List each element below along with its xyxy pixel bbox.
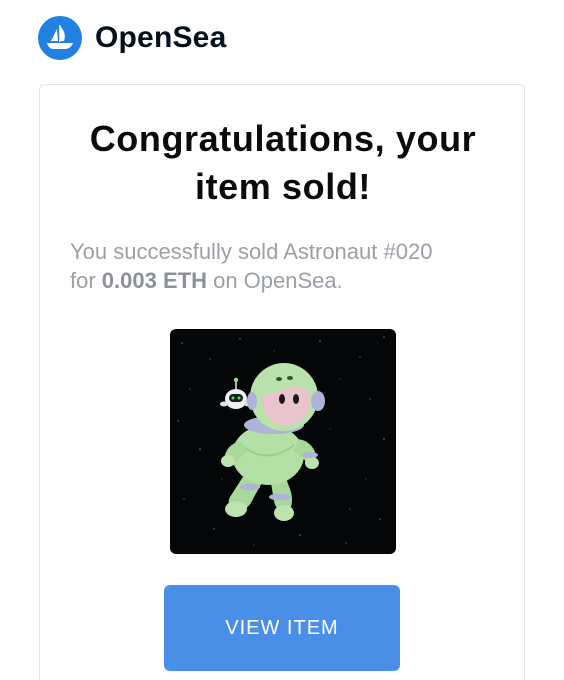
sale-message: You successfully sold Astronaut #020 for… (70, 237, 510, 295)
view-item-button[interactable]: VIEW ITEM (164, 585, 400, 671)
card-title: Congratulations, your item sold! (40, 115, 526, 211)
message-line-2: for 0.003 ETH on OpenSea. (70, 266, 510, 295)
brand-name: OpenSea (95, 21, 227, 54)
opensea-logo-icon (38, 16, 82, 60)
robot-icon (220, 377, 252, 409)
message-suffix: on OpenSea. (206, 268, 343, 293)
message-line-1: You successfully sold Astronaut #020 (70, 237, 510, 266)
title-line-2: item sold! (194, 166, 371, 207)
message-prefix-1: You successfully sold (70, 239, 284, 264)
title-line-1: Congratulations, your (89, 118, 477, 159)
sale-price: 0.003 ETH (101, 268, 207, 293)
item-name: Astronaut #020 (283, 239, 433, 264)
message-prefix-2: for (70, 268, 102, 293)
sale-notification-card: Congratulations, your item sold! You suc… (39, 84, 525, 680)
astronaut-nft-image[interactable] (170, 329, 396, 554)
email-header: OpenSea (38, 14, 226, 62)
